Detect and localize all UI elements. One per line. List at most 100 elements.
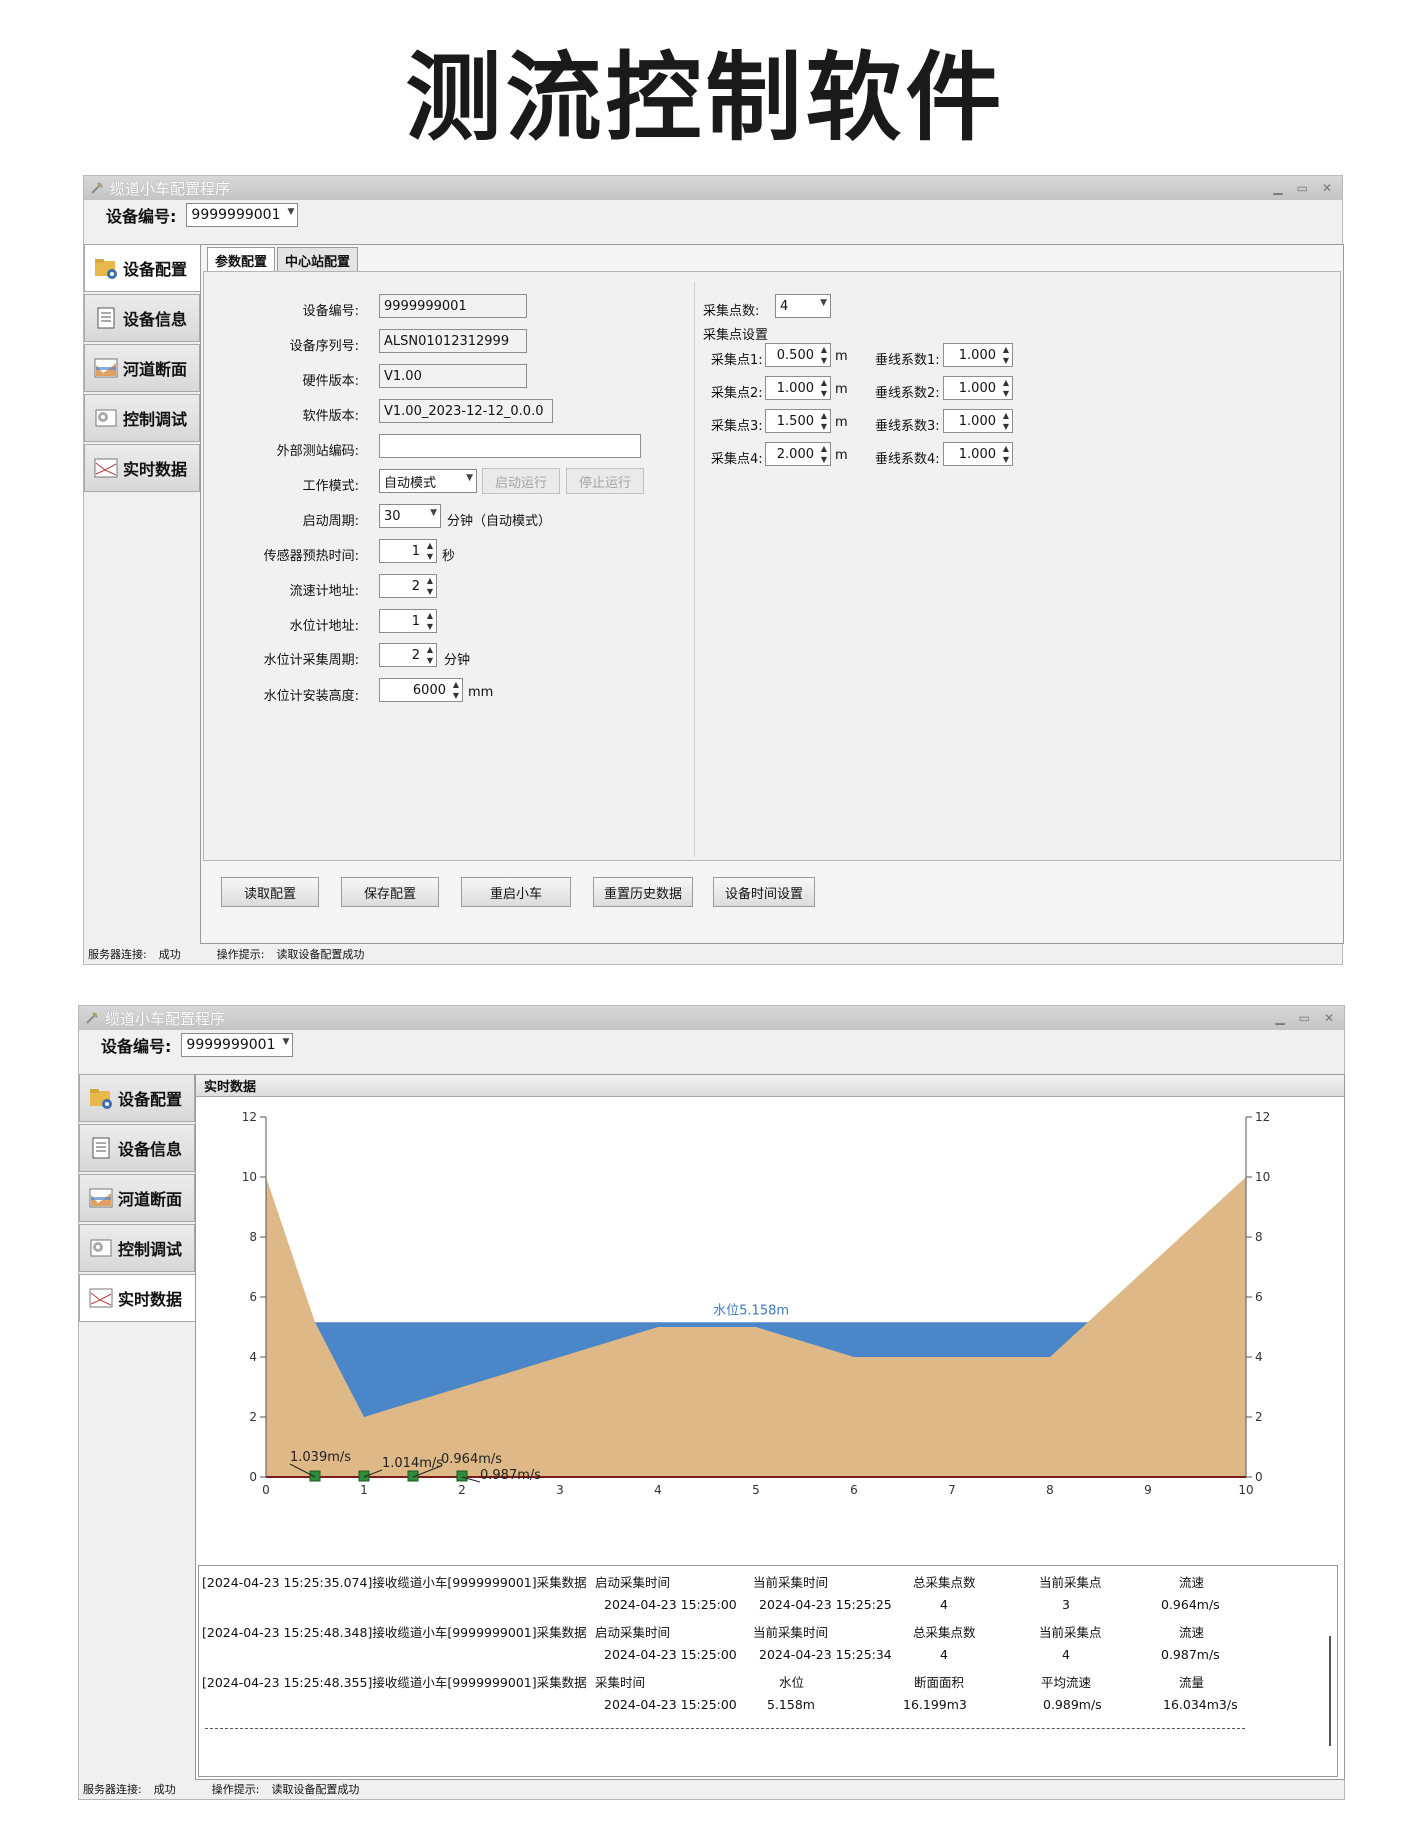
coef-stepper[interactable]: 1.000 ▲ ▼ <box>943 442 1013 466</box>
river-section-icon <box>94 358 118 378</box>
tab-control-debug[interactable]: 控制调试 <box>84 394 200 442</box>
preheat-label: 传感器预热时间: <box>263 549 359 564</box>
close-icon[interactable]: ✕ <box>1322 181 1332 195</box>
hw-version-field[interactable]: V1.00 <box>379 364 527 388</box>
level-addr-label: 水位计地址: <box>289 619 359 634</box>
log-val: 2024-04-23 15:25:00 <box>604 1697 737 1712</box>
read-config-button[interactable]: 读取配置 <box>221 877 319 907</box>
points-group: 采集点数: 4 ▼ 采集点设置 采集点1: 0.500 ▲ ▼ m 垂线系数1: 1.… <box>694 282 1034 857</box>
mode-select[interactable]: 自动模式 ▼ <box>379 469 477 493</box>
flow-addr-label: 流速计地址: <box>289 584 359 599</box>
tab-control-debug[interactable]: 控制调试 <box>79 1224 195 1272</box>
tab-river-section[interactable]: 河道断面 <box>79 1174 195 1222</box>
flow-addr-stepper[interactable]: 2 ▲ ▼ <box>379 574 437 598</box>
log-panel[interactable]: [2024-04-23 15:25:35.074]接收缆道小车[99999990… <box>198 1565 1338 1777</box>
log-val: 4 <box>940 1597 948 1612</box>
param-pane: 设备编号: 9999999001 设备序列号: ALSN01012312999 … <box>203 271 1341 861</box>
reset-history-button[interactable]: 重置历史数据 <box>593 877 693 907</box>
save-config-button[interactable]: 保存配置 <box>341 877 439 907</box>
preheat-stepper[interactable]: 1 ▲ ▼ <box>379 539 437 563</box>
spin-arrows-icon[interactable]: ▲ ▼ <box>427 644 433 666</box>
tab-realtime[interactable]: 实时数据 <box>84 444 200 492</box>
log-val: 0.987m/s <box>1161 1647 1220 1662</box>
level-period-unit: 分钟 <box>444 653 471 668</box>
period-select[interactable]: 30 ▼ <box>379 504 441 528</box>
x-tick-label: 7 <box>948 1483 956 1497</box>
maximize-icon[interactable]: ▭ <box>1297 181 1308 195</box>
spin-arrows-icon[interactable]: ▲ ▼ <box>821 377 827 399</box>
log-val: 16.199m3 <box>903 1697 967 1712</box>
log-val: 5.158m <box>767 1697 815 1712</box>
device-select[interactable]: 9999999001 ▼ <box>181 1033 294 1057</box>
close-icon[interactable]: ✕ <box>1324 1011 1334 1025</box>
x-tick-label: 3 <box>556 1483 564 1497</box>
sw-version-label: 软件版本: <box>302 409 359 424</box>
spin-arrows-icon[interactable]: ▲ ▼ <box>427 575 433 597</box>
point-stepper[interactable]: 1.500 ▲ ▼ <box>765 409 831 433</box>
device-no-label: 设备编号: <box>302 304 359 319</box>
x-tick-label: 6 <box>850 1483 858 1497</box>
log-scrollbar[interactable] <box>1329 1636 1331 1746</box>
y-tick-label: 12 <box>1255 1110 1270 1124</box>
level-period-label: 水位计采集周期: <box>263 653 359 668</box>
level-height-stepper[interactable]: 6000 ▲ ▼ <box>379 678 463 702</box>
sw-version-field[interactable]: V1.00_2023-12-12_0.0.0 <box>379 399 553 423</box>
minimize-icon[interactable]: ▁ <box>1273 181 1282 195</box>
tab-river-section[interactable]: 河道断面 <box>84 344 200 392</box>
spin-arrows-icon[interactable]: ▲ ▼ <box>427 610 433 632</box>
chevron-down-icon: ▼ <box>820 298 827 308</box>
tab-device-config[interactable]: 设备配置 <box>84 244 200 292</box>
velocity-label: 1.039m/s <box>290 1450 351 1465</box>
maximize-icon[interactable]: ▭ <box>1299 1011 1310 1025</box>
spin-arrows-icon[interactable]: ▲ ▼ <box>427 540 433 562</box>
minimize-icon[interactable]: ▁ <box>1275 1011 1284 1025</box>
chevron-down-icon: ▼ <box>430 508 437 518</box>
restart-cart-button[interactable]: 重启小车 <box>461 877 571 907</box>
app-icon <box>86 1012 98 1024</box>
level-addr-stepper[interactable]: 1 ▲ ▼ <box>379 609 437 633</box>
serial-label: 设备序列号: <box>289 339 359 354</box>
point-stepper[interactable]: 2.000 ▲ ▼ <box>765 442 831 466</box>
coef-stepper[interactable]: 1.000 ▲ ▼ <box>943 409 1013 433</box>
points-count-label: 采集点数: <box>703 304 760 319</box>
coef-stepper[interactable]: 1.000 ▲ ▼ <box>943 376 1013 400</box>
level-period-stepper[interactable]: 2 ▲ ▼ <box>379 643 437 667</box>
device-time-button[interactable]: 设备时间设置 <box>713 877 815 907</box>
coef-stepper[interactable]: 1.000 ▲ ▼ <box>943 343 1013 367</box>
device-select[interactable]: 9999999001 ▼ <box>186 203 299 227</box>
point-stepper[interactable]: 1.000 ▲ ▼ <box>765 376 831 400</box>
ext-code-field[interactable] <box>379 434 641 458</box>
chevron-down-icon: ▼ <box>287 207 295 217</box>
serial-field[interactable]: ALSN01012312999 <box>379 329 527 353</box>
tab-realtime[interactable]: 实时数据 <box>79 1274 195 1322</box>
tab-device-config[interactable]: 设备配置 <box>79 1074 195 1122</box>
tab-device-info[interactable]: 设备信息 <box>79 1124 195 1172</box>
spin-arrows-icon[interactable]: ▲ ▼ <box>821 410 827 432</box>
spin-arrows-icon[interactable]: ▲ ▼ <box>1003 344 1009 366</box>
chart-icon <box>89 1288 113 1308</box>
spin-arrows-icon[interactable]: ▲ ▼ <box>821 443 827 465</box>
chevron-down-icon: ▼ <box>282 1037 290 1047</box>
tab-center-config[interactable]: 中心站配置 <box>277 247 359 273</box>
spin-arrows-icon[interactable]: ▲ ▼ <box>1003 410 1009 432</box>
level-height-unit: mm <box>468 685 494 700</box>
tab-device-info[interactable]: 设备信息 <box>84 294 200 342</box>
spin-arrows-icon[interactable]: ▲ ▼ <box>453 679 459 701</box>
spin-arrows-icon[interactable]: ▲ ▼ <box>821 344 827 366</box>
log-col: 流量 <box>1179 1675 1205 1690</box>
conn-value: 成功 <box>158 948 181 961</box>
tab-param-config[interactable]: 参数配置 <box>207 247 276 273</box>
start-run-button[interactable]: 启动运行 <box>482 468 560 494</box>
tip-value: 读取设备配置成功 <box>276 948 365 961</box>
stop-run-button[interactable]: 停止运行 <box>566 468 644 494</box>
spin-arrows-icon[interactable]: ▲ ▼ <box>1003 443 1009 465</box>
spin-arrows-icon[interactable]: ▲ ▼ <box>1003 377 1009 399</box>
point-stepper[interactable]: 0.500 ▲ ▼ <box>765 343 831 367</box>
y-tick-label: 0 <box>1255 1470 1263 1484</box>
points-count-select[interactable]: 4 ▼ <box>775 294 831 318</box>
log-val: 16.034m3/s <box>1163 1697 1238 1712</box>
device-no-field[interactable]: 9999999001 <box>379 294 527 318</box>
status-bar: 服务器连接: 成功 操作提示: 读取设备配置成功 <box>84 944 1342 964</box>
y-tick-label: 0 <box>249 1470 257 1484</box>
log-col: 总采集点数 <box>913 1625 976 1640</box>
